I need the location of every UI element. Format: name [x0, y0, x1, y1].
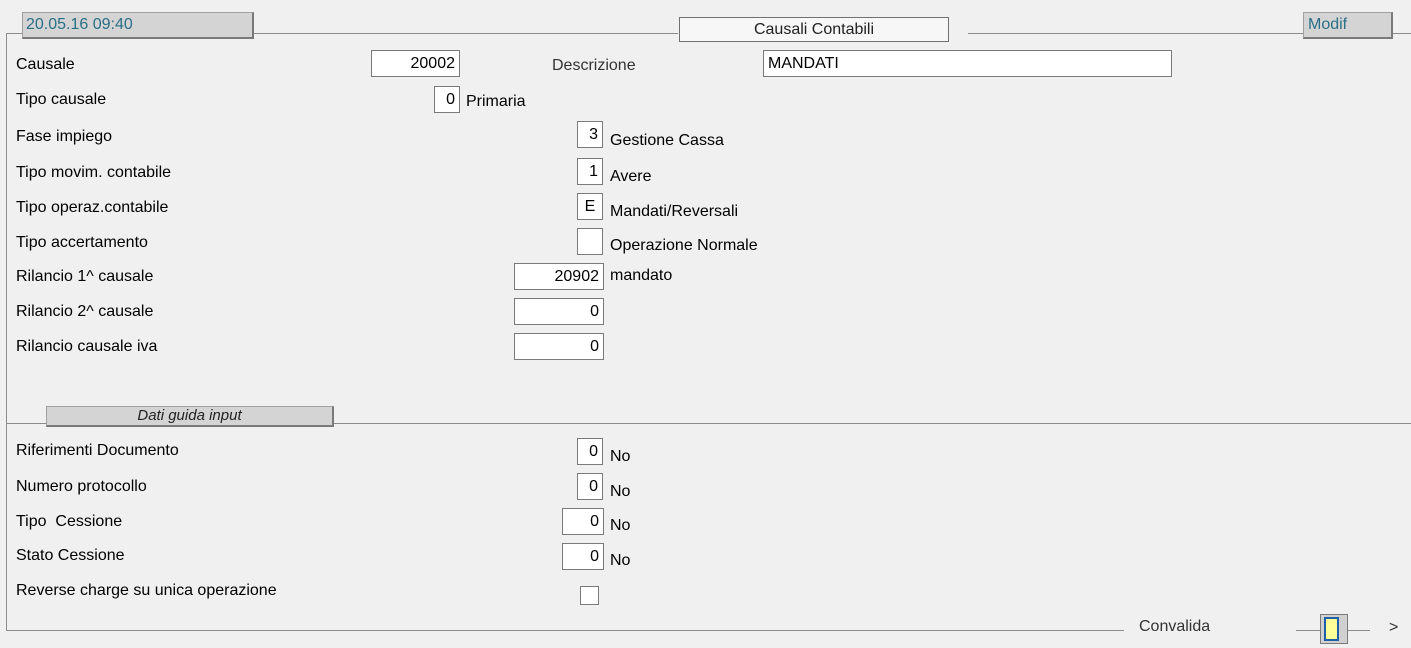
tipo-cessione-label: Tipo Cessione [16, 513, 123, 530]
stato-cessione-label: Stato Cessione [16, 547, 125, 564]
tipo-cessione-desc: No [610, 517, 631, 534]
top-border-mid [252, 33, 678, 34]
riferimenti-field[interactable]: 0 [577, 438, 603, 465]
tipo-accertamento-label: Tipo accertamento [16, 234, 148, 251]
stato-cessione-field[interactable]: 0 [562, 543, 604, 570]
bottom-border-btn [1296, 630, 1320, 631]
rilancio1-desc: mandato [610, 267, 673, 284]
rilancio2-label: Rilancio 2^ causale [16, 303, 154, 320]
tipo-operaz-field[interactable]: E [577, 193, 603, 220]
top-border-end [1392, 33, 1411, 34]
next-arrow[interactable]: > [1389, 618, 1398, 638]
mode-indicator: Modif [1303, 12, 1393, 39]
protocollo-field[interactable]: 0 [577, 473, 603, 500]
fase-impiego-desc: Gestione Cassa [610, 132, 724, 149]
left-border [6, 33, 7, 631]
tipo-movim-label: Tipo movim. contabile [16, 164, 172, 181]
section-header: Dati guida input [46, 406, 334, 427]
tipo-causale-field[interactable]: 0 [434, 86, 460, 113]
protocollo-label: Numero protocollo [16, 478, 147, 495]
rilancio1-field[interactable]: 20902 [514, 263, 604, 290]
descrizione-field[interactable]: MANDATI [763, 50, 1172, 77]
section-title: Dati guida input [137, 407, 242, 424]
bottom-border-btn-right [1348, 630, 1370, 631]
fase-impiego-field[interactable]: 3 [577, 121, 603, 148]
datetime-text: 20.05.16 09:40 [26, 16, 133, 33]
tipo-accertamento-desc: Operazione Normale [610, 237, 758, 254]
tipo-causale-label: Tipo causale [16, 91, 107, 108]
convalida-button-face [1324, 617, 1339, 641]
rilancio-iva-label: Rilancio causale iva [16, 338, 158, 355]
mode-text: Modif [1308, 16, 1348, 33]
causale-label: Causale [16, 56, 75, 73]
rilancio2-field[interactable]: 0 [514, 298, 604, 325]
stato-cessione-desc: No [610, 552, 631, 569]
descrizione-label: Descrizione [552, 57, 636, 74]
top-border-right [968, 33, 1303, 34]
convalida-label: Convalida [1139, 618, 1211, 635]
tipo-operaz-label: Tipo operaz.contabile [16, 199, 169, 216]
bottom-border [6, 630, 1124, 631]
riferimenti-label: Riferimenti Documento [16, 442, 179, 459]
riferimenti-desc: No [610, 448, 631, 465]
fase-impiego-label: Fase impiego [16, 128, 113, 145]
rilancio1-label: Rilancio 1^ causale [16, 268, 154, 285]
tipo-cessione-field[interactable]: 0 [562, 508, 604, 535]
causale-field[interactable]: 20002 [371, 50, 460, 77]
tipo-causale-desc: Primaria [466, 93, 526, 110]
reverse-charge-label: Reverse charge su unica operazione [16, 582, 277, 599]
tipo-accertamento-field[interactable] [577, 228, 603, 255]
tipo-operaz-desc: Mandati/Reversali [610, 203, 739, 220]
rilancio-iva-field[interactable]: 0 [514, 333, 604, 360]
window-title: Causali Contabili [679, 17, 949, 42]
tipo-movim-field[interactable]: 1 [577, 158, 603, 185]
tipo-movim-desc: Avere [610, 168, 652, 185]
convalida-button[interactable] [1320, 614, 1348, 644]
datetime-label: 20.05.16 09:40 [22, 12, 254, 39]
protocollo-desc: No [610, 483, 631, 500]
reverse-charge-checkbox[interactable] [580, 586, 599, 605]
window-title-text: Causali Contabili [753, 21, 875, 38]
